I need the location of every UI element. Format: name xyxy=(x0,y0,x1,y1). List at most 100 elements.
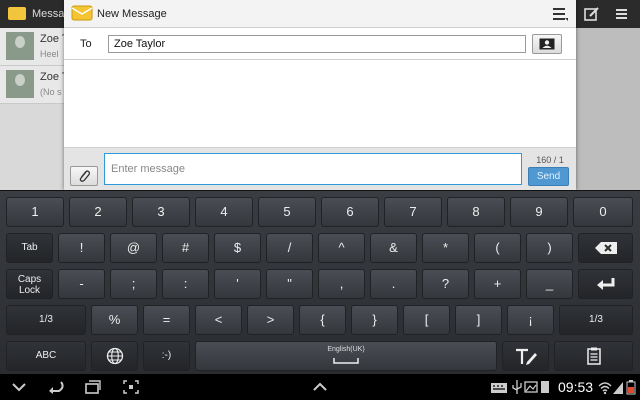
background-panel xyxy=(576,28,640,190)
key-open-paren[interactable]: ( xyxy=(474,233,521,263)
key-caret[interactable]: ^ xyxy=(318,233,365,263)
enter-icon xyxy=(596,278,614,290)
system-bar: 09:53 xyxy=(0,374,640,400)
space-language-label: English(UK) xyxy=(327,346,365,353)
dialog-title: New Message xyxy=(97,8,167,20)
handwriting-key[interactable] xyxy=(502,341,549,371)
key-less-than[interactable]: < xyxy=(195,305,242,335)
conversation-name: Zoe T xyxy=(40,71,64,83)
key-dollar[interactable]: $ xyxy=(214,233,261,263)
key-exclamation[interactable]: ! xyxy=(58,233,105,263)
signal-icon xyxy=(613,382,623,394)
key-plus[interactable]: + xyxy=(474,269,521,299)
space-key[interactable]: English(UK) xyxy=(195,341,497,371)
emoticon-key[interactable]: :-) xyxy=(143,341,190,371)
key-5[interactable]: 5 xyxy=(258,197,316,227)
message-input[interactable] xyxy=(104,153,522,185)
key-semicolon[interactable]: ; xyxy=(110,269,157,299)
key-equals[interactable]: = xyxy=(143,305,190,335)
paperclip-icon xyxy=(79,170,91,182)
contacts-button[interactable] xyxy=(532,34,562,54)
key-ampersand[interactable]: & xyxy=(370,233,417,263)
sd-card-icon xyxy=(541,381,549,393)
attach-button[interactable] xyxy=(70,166,98,186)
menu-icon[interactable] xyxy=(552,7,568,21)
to-label: To xyxy=(80,38,92,50)
key-asterisk[interactable]: * xyxy=(422,233,469,263)
soft-keyboard: 1 2 3 4 5 6 7 8 9 0 Tab ! @ # $ / ^ & * … xyxy=(0,190,640,374)
keyboard-notification-icon xyxy=(491,383,507,393)
key-underscore[interactable]: _ xyxy=(526,269,573,299)
key-period[interactable]: . xyxy=(370,269,417,299)
handwriting-icon xyxy=(515,348,537,365)
clipboard-icon xyxy=(586,347,601,365)
send-button[interactable]: Send xyxy=(528,167,569,186)
compose-icon[interactable] xyxy=(584,6,600,22)
contact-card-icon xyxy=(539,38,555,50)
key-3[interactable]: 3 xyxy=(132,197,190,227)
caps-lock-key[interactable]: Caps Lock xyxy=(6,269,53,299)
key-at[interactable]: @ xyxy=(110,233,157,263)
wifi-icon xyxy=(598,382,612,395)
key-7[interactable]: 7 xyxy=(384,197,442,227)
backspace-icon xyxy=(594,242,617,254)
key-quote[interactable]: " xyxy=(266,269,313,299)
key-hyphen[interactable]: - xyxy=(58,269,105,299)
overflow-menu-icon[interactable] xyxy=(614,6,630,22)
recipient-row: To Zoe Taylor xyxy=(64,28,576,60)
avatar xyxy=(6,32,34,60)
key-1[interactable]: 1 xyxy=(6,197,64,227)
image-notification-icon xyxy=(524,381,538,393)
message-body-area xyxy=(64,61,576,147)
key-inverted-exclamation[interactable]: ¡ xyxy=(507,305,554,335)
key-hash[interactable]: # xyxy=(162,233,209,263)
language-key[interactable] xyxy=(91,341,138,371)
screen: Messag Zoe T Heel Zoe T (No s xyxy=(0,0,640,400)
key-2[interactable]: 2 xyxy=(69,197,127,227)
screenshot-icon[interactable] xyxy=(122,379,140,395)
key-slash[interactable]: / xyxy=(266,233,313,263)
chevron-up-icon[interactable] xyxy=(311,379,329,395)
conversation-snippet: Heel xyxy=(40,49,59,59)
space-bar-icon xyxy=(333,358,359,364)
key-close-bracket[interactable]: ] xyxy=(455,305,502,335)
envelope-icon xyxy=(71,5,93,21)
key-0[interactable]: 0 xyxy=(573,197,633,227)
back-icon[interactable] xyxy=(48,379,66,395)
key-close-paren[interactable]: ) xyxy=(526,233,573,263)
abc-key[interactable]: ABC xyxy=(6,341,86,371)
hide-keyboard-icon[interactable] xyxy=(10,379,28,395)
key-9[interactable]: 9 xyxy=(510,197,568,227)
recipient-field[interactable]: Zoe Taylor xyxy=(108,35,526,53)
backspace-key[interactable] xyxy=(578,233,633,263)
dialog-header: New Message xyxy=(64,0,576,28)
key-question[interactable]: ? xyxy=(422,269,469,299)
key-close-brace[interactable]: } xyxy=(351,305,398,335)
avatar xyxy=(6,70,34,98)
key-percent[interactable]: % xyxy=(91,305,138,335)
key-8[interactable]: 8 xyxy=(447,197,505,227)
conversation-item[interactable]: Zoe T Heel xyxy=(0,28,64,66)
key-open-brace[interactable]: { xyxy=(299,305,346,335)
key-apostrophe[interactable]: ' xyxy=(214,269,261,299)
key-6[interactable]: 6 xyxy=(321,197,379,227)
key-colon[interactable]: : xyxy=(162,269,209,299)
page-left-key[interactable]: 1/3 xyxy=(6,305,86,335)
recent-apps-icon[interactable] xyxy=(84,379,102,395)
conversation-item[interactable]: Zoe T (No s xyxy=(0,66,64,104)
page-right-key[interactable]: 1/3 xyxy=(559,305,633,335)
key-greater-than[interactable]: > xyxy=(247,305,294,335)
globe-icon xyxy=(106,347,123,365)
key-comma[interactable]: , xyxy=(318,269,365,299)
key-open-bracket[interactable]: [ xyxy=(403,305,450,335)
battery-icon xyxy=(626,380,636,395)
enter-key[interactable] xyxy=(578,269,633,299)
character-counter: 160 / 1 xyxy=(536,155,564,165)
new-message-dialog: New Message To Zoe Taylor Enter message … xyxy=(64,0,576,190)
tab-key[interactable]: Tab xyxy=(6,233,53,263)
compose-bar: 160 / 1 Send xyxy=(64,147,576,190)
usb-icon xyxy=(512,380,522,394)
conversation-snippet: (No s xyxy=(40,87,62,97)
key-4[interactable]: 4 xyxy=(195,197,253,227)
clipboard-key[interactable] xyxy=(554,341,633,371)
